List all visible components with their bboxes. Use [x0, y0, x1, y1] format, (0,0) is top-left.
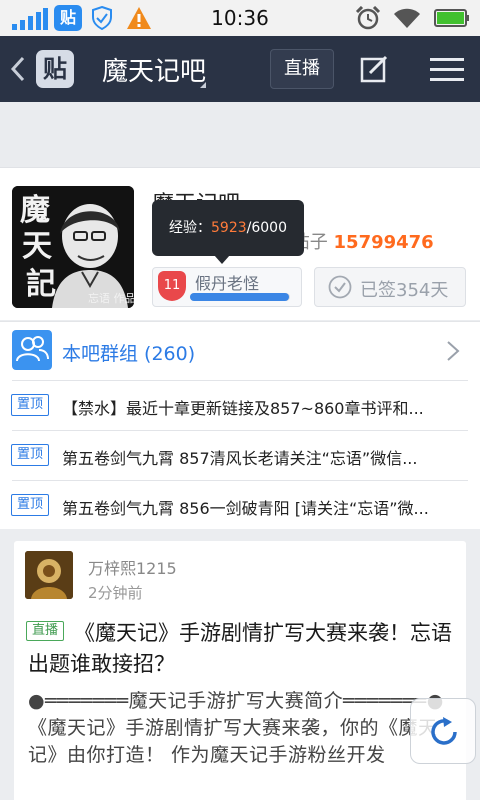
chevron-right-icon[interactable] — [446, 340, 460, 362]
forum-title[interactable]: 魔天记吧 — [102, 51, 206, 88]
post-time: 2分钟前 — [88, 584, 143, 602]
forum-avatar: 魔 天 記 忘语 作品 — [12, 186, 134, 308]
avatar-char-2: 天 — [22, 229, 52, 264]
alarm-icon — [355, 6, 381, 30]
post-username[interactable]: 万梓熙1215 — [88, 555, 177, 579]
author-portrait: 魔 天 記 忘语 作品 — [12, 186, 134, 308]
wifi-icon — [394, 8, 420, 28]
pinned-tag: 置顶 — [11, 494, 49, 516]
pinned-tag: 置顶 — [11, 394, 49, 416]
level-name: 假丹老怪 — [195, 274, 260, 293]
refresh-button[interactable] — [410, 698, 476, 764]
tieba-logo: 贴 — [36, 50, 74, 88]
group-icon — [12, 330, 52, 370]
banner-area — [0, 102, 480, 168]
signed-days-label: 已签354天 — [360, 280, 449, 301]
title-dropdown-icon[interactable] — [200, 82, 206, 88]
avatar-char-1: 魔 — [20, 193, 50, 228]
divider — [12, 380, 468, 381]
post-title[interactable]: 《魔天记》手游剧情扩写大赛来袭！忘语出题谁敢接招？ — [28, 618, 452, 680]
experience-tooltip: 经验：5923/6000 — [152, 200, 304, 256]
post-excerpt[interactable]: ●═══════魔天记手游扩写大赛简介═══════● 《魔天记》手游剧情扩写大… — [28, 688, 452, 769]
level-badge: 11 — [158, 271, 186, 301]
live-button[interactable]: 直播 — [270, 49, 334, 89]
avatar-caption: 忘语 作品 — [88, 291, 134, 305]
pinned-post-title[interactable]: 【禁水】最近十章更新链接及857~860章书评和... — [62, 395, 458, 419]
tooltip-total-exp: /6000 — [246, 220, 287, 236]
pinned-post-title[interactable]: 第五卷剑气九霄 856一剑破青阳 [请关注“忘语”微... — [62, 495, 458, 519]
divider — [12, 430, 468, 431]
tooltip-current-exp: 5923 — [211, 220, 247, 236]
tooltip-arrow — [214, 255, 230, 264]
battery-icon — [434, 9, 469, 27]
menu-icon[interactable] — [430, 56, 464, 82]
post-user-avatar[interactable] — [25, 551, 73, 599]
status-bar: 贴 10:36 — [0, 0, 480, 36]
check-circle-icon — [328, 275, 352, 299]
refresh-icon — [431, 717, 457, 745]
pinned-tag: 置顶 — [11, 444, 49, 466]
posts-count: 15799476 — [333, 232, 434, 253]
avatar-char-3: 記 — [26, 267, 56, 302]
top-nav-bar: 贴 魔天记吧 直播 — [0, 36, 480, 102]
tooltip-prefix: 经验： — [169, 220, 211, 236]
level-progress-fill — [190, 293, 289, 301]
compose-icon[interactable] — [360, 55, 390, 83]
back-arrow-icon[interactable] — [10, 56, 26, 82]
divider — [12, 480, 468, 481]
forum-group-link[interactable]: 本吧群组 (260) — [62, 339, 195, 366]
pinned-post-title[interactable]: 第五卷剑气九霄 857清风长老请关注“忘语”微信... — [62, 445, 458, 469]
